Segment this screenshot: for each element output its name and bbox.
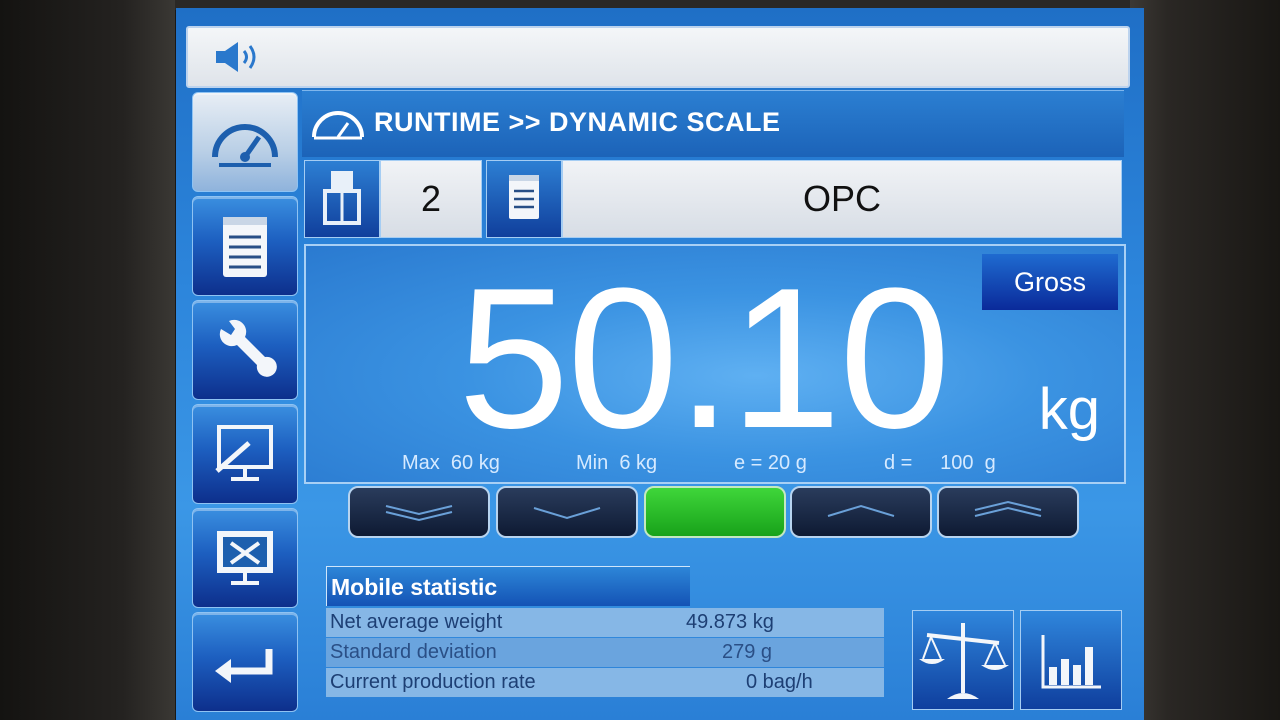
chevron-up-icon <box>827 504 895 517</box>
table-row: Current production rate 0 bag/h <box>326 668 884 697</box>
page-title: RUNTIME >> DYNAMIC SCALE <box>374 107 781 137</box>
stat-value: 279 g <box>722 641 773 663</box>
sidebar-item-runtime[interactable] <box>192 92 298 192</box>
tolerance-under[interactable] <box>496 486 638 538</box>
tolerance-far-over[interactable] <box>937 486 1079 538</box>
weight-value: 50.10 <box>458 247 950 470</box>
table-row: Standard deviation 279 g <box>326 638 884 667</box>
weight-unit: kg <box>1038 377 1100 442</box>
display-division: d = 100 g <box>884 452 996 474</box>
bar-chart-icon <box>1041 635 1101 689</box>
status-bar <box>186 26 1130 88</box>
mode-badge[interactable]: Gross <box>982 254 1118 310</box>
stat-value: 49.873 kg <box>686 611 774 633</box>
tolerance-over[interactable] <box>790 486 932 538</box>
notepad-icon <box>223 217 267 277</box>
product-name: OPC <box>562 160 1122 238</box>
speaker-icon[interactable] <box>212 40 272 74</box>
max-capacity: Max 60 kg <box>402 452 500 474</box>
bezel-left <box>0 0 175 720</box>
notepad-icon <box>509 175 539 219</box>
sidebar-item-service[interactable] <box>192 508 298 608</box>
product-selector-button[interactable] <box>486 160 562 238</box>
table-row: Net average weight 49.873 kg <box>326 608 884 637</box>
stat-value: 0 bag/h <box>746 671 813 693</box>
hmi-screen: RUNTIME >> DYNAMIC SCALE 2 OPC Gross 50.… <box>176 8 1144 720</box>
sidebar-item-settings[interactable] <box>192 300 298 400</box>
tolerance-far-under[interactable] <box>348 486 490 538</box>
double-chevron-up-icon <box>974 500 1042 517</box>
speedometer-icon <box>212 124 278 167</box>
sidebar-item-display[interactable] <box>192 404 298 504</box>
spout-selector-button[interactable] <box>304 160 380 238</box>
display-tool-icon <box>215 425 273 481</box>
stat-label: Standard deviation <box>330 641 497 663</box>
statistics-table: Net average weight 49.873 kg Standard de… <box>326 608 884 698</box>
sidebar-item-recipes[interactable] <box>192 196 298 296</box>
weight-display: Gross 50.10 kg Max 60 kg Min 6 kg e = 20… <box>304 244 1126 484</box>
min-capacity: Min 6 kg <box>576 452 658 474</box>
chevron-down-icon <box>533 507 601 520</box>
spout-number: 2 <box>380 160 482 238</box>
statistics-title: Mobile statistic <box>326 566 690 606</box>
bezel-right <box>1130 0 1280 720</box>
monitor-tools-icon <box>217 531 273 585</box>
balance-scale-icon <box>919 623 1009 699</box>
product-selector[interactable]: OPC <box>486 160 1122 238</box>
sidebar <box>192 92 298 720</box>
balance-button[interactable] <box>912 610 1014 710</box>
spout-selector[interactable]: 2 <box>304 160 482 238</box>
tolerance-ok-indicator[interactable] <box>644 486 786 538</box>
speedometer-icon <box>312 111 364 140</box>
stat-label: Net average weight <box>330 611 503 633</box>
page-header: RUNTIME >> DYNAMIC SCALE <box>302 90 1124 157</box>
wrench-icon <box>219 319 277 377</box>
double-chevron-down-icon <box>385 505 453 522</box>
bag-filler-icon <box>323 171 361 225</box>
verification-interval: e = 20 g <box>734 452 807 474</box>
return-arrow-icon <box>215 649 273 683</box>
stat-label: Current production rate <box>330 671 536 693</box>
chart-button[interactable] <box>1020 610 1122 710</box>
sidebar-item-back[interactable] <box>192 612 298 712</box>
